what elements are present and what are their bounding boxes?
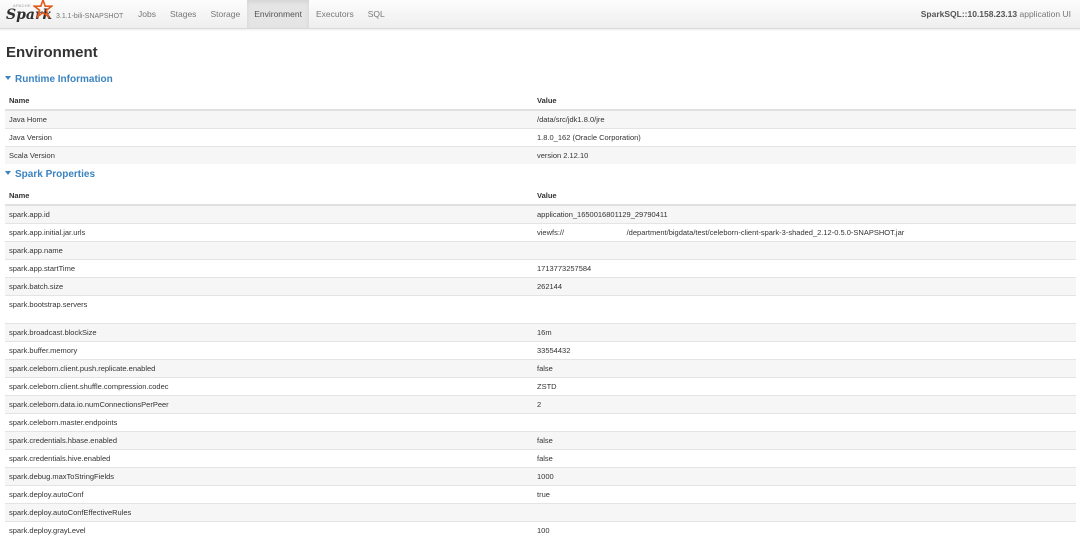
property-value — [533, 296, 1076, 324]
property-name: spark.credentials.hbase.enabled — [5, 432, 533, 450]
column-header-name[interactable]: Name — [5, 93, 533, 110]
runtime-info-table: Name Value Java Home/data/src/jdk1.8.0/j… — [5, 93, 1076, 164]
property-value: 16m — [533, 324, 1076, 342]
property-value: 1713773257584 — [533, 260, 1076, 278]
runtime-info-title: Runtime Information — [15, 74, 113, 85]
tab-sql[interactable]: SQL — [361, 0, 392, 28]
spark-star-icon — [33, 0, 53, 19]
table-row: spark.deploy.autoConftrue — [5, 486, 1076, 504]
table-header: Name Value — [5, 188, 1076, 205]
property-name: spark.app.initial.jar.urls — [5, 224, 533, 242]
property-name: spark.deploy.autoConfEffectiveRules — [5, 504, 533, 522]
app-title-suffix: application UI — [1017, 9, 1071, 19]
spark-properties-title: Spark Properties — [15, 169, 95, 180]
table-row: spark.app.idapplication_1650016801129_29… — [5, 205, 1076, 224]
collapse-arrow-icon — [5, 171, 11, 175]
collapse-arrow-icon — [5, 76, 11, 80]
column-header-name[interactable]: Name — [5, 188, 533, 205]
table-row: spark.app.name — [5, 242, 1076, 260]
property-value: version 2.12.10 — [533, 147, 1076, 165]
table-row: Java Version1.8.0_162 (Oracle Corporatio… — [5, 129, 1076, 147]
property-name: spark.celeborn.client.shuffle.compressio… — [5, 378, 533, 396]
property-value: ZSTD — [533, 378, 1076, 396]
table-row: spark.celeborn.data.io.numConnectionsPer… — [5, 396, 1076, 414]
property-value: false — [533, 450, 1076, 468]
property-name: Java Version — [5, 129, 533, 147]
table-row: Scala Versionversion 2.12.10 — [5, 147, 1076, 165]
table-row: spark.celeborn.master.endpoints — [5, 414, 1076, 432]
tab-stages[interactable]: Stages — [163, 0, 203, 28]
property-name: spark.app.id — [5, 205, 533, 224]
column-header-value[interactable]: Value — [533, 188, 1076, 205]
property-name: Scala Version — [5, 147, 533, 165]
property-name: spark.celeborn.master.endpoints — [5, 414, 533, 432]
property-value: false — [533, 432, 1076, 450]
property-name: spark.celeborn.data.io.numConnectionsPer… — [5, 396, 533, 414]
property-name: Java Home — [5, 110, 533, 129]
nav-tabs: Jobs Stages Storage Environment Executor… — [131, 0, 392, 28]
table-row: spark.celeborn.client.shuffle.compressio… — [5, 378, 1076, 396]
tab-environment[interactable]: Environment — [247, 0, 309, 28]
tab-jobs[interactable]: Jobs — [131, 0, 163, 28]
table-row: spark.bootstrap.servers — [5, 296, 1076, 324]
table-row: spark.credentials.hbase.enabledfalse — [5, 432, 1076, 450]
property-value — [533, 242, 1076, 260]
property-name: spark.celeborn.client.push.replicate.ena… — [5, 360, 533, 378]
property-name: spark.app.startTime — [5, 260, 533, 278]
property-value: 33554432 — [533, 342, 1076, 360]
table-row: spark.debug.maxToStringFields1000 — [5, 468, 1076, 486]
page-title: Environment — [6, 44, 98, 61]
property-value: 1000 — [533, 468, 1076, 486]
property-name: spark.buffer.memory — [5, 342, 533, 360]
spark-version: 3.1.1-bili-SNAPSHOT — [56, 13, 123, 20]
tab-executors[interactable]: Executors — [309, 0, 361, 28]
table-row: spark.deploy.autoConfEffectiveRules — [5, 504, 1076, 522]
table-row: spark.batch.size262144 — [5, 278, 1076, 296]
property-value: 1.8.0_162 (Oracle Corporation) — [533, 129, 1076, 147]
property-value — [533, 414, 1076, 432]
app-name: SparkSQL::10.158.23.13 — [921, 9, 1017, 19]
property-value: viewfs:// /department/bigdata/test/celeb… — [533, 224, 1076, 242]
runtime-info-toggle[interactable]: Runtime Information — [5, 74, 113, 85]
table-row: spark.app.startTime1713773257584 — [5, 260, 1076, 278]
property-name: spark.bootstrap.servers — [5, 296, 533, 324]
property-value: 262144 — [533, 278, 1076, 296]
table-row: spark.broadcast.blockSize16m — [5, 324, 1076, 342]
table-header: Name Value — [5, 93, 1076, 110]
table-row: spark.app.initial.jar.urlsviewfs:// /dep… — [5, 224, 1076, 242]
table-row: spark.celeborn.client.push.replicate.ena… — [5, 360, 1076, 378]
property-name: spark.broadcast.blockSize — [5, 324, 533, 342]
property-value: 100 — [533, 522, 1076, 539]
property-name: spark.debug.maxToStringFields — [5, 468, 533, 486]
spark-properties-table: Name Value spark.app.idapplication_16500… — [5, 188, 1076, 539]
property-name: spark.app.name — [5, 242, 533, 260]
property-name: spark.deploy.grayLevel — [5, 522, 533, 539]
property-name: spark.batch.size — [5, 278, 533, 296]
spark-properties-toggle[interactable]: Spark Properties — [5, 169, 95, 180]
column-header-value[interactable]: Value — [533, 93, 1076, 110]
property-value: application_1650016801129_29790411 — [533, 205, 1076, 224]
table-row: spark.buffer.memory33554432 — [5, 342, 1076, 360]
table-row: spark.deploy.grayLevel100 — [5, 522, 1076, 539]
property-value: /data/src/jdk1.8.0/jre — [533, 110, 1076, 129]
property-value — [533, 504, 1076, 522]
property-value: false — [533, 360, 1076, 378]
table-row: Java Home/data/src/jdk1.8.0/jre — [5, 110, 1076, 129]
table-row: spark.credentials.hive.enabledfalse — [5, 450, 1076, 468]
tab-storage[interactable]: Storage — [203, 0, 247, 28]
property-value: 2 — [533, 396, 1076, 414]
navbar: APACHE Spark 3.1.1-bili-SNAPSHOT Jobs St… — [0, 0, 1080, 29]
app-title: SparkSQL::10.158.23.13 application UI — [921, 0, 1071, 28]
property-name: spark.deploy.autoConf — [5, 486, 533, 504]
property-value: true — [533, 486, 1076, 504]
property-name: spark.credentials.hive.enabled — [5, 450, 533, 468]
